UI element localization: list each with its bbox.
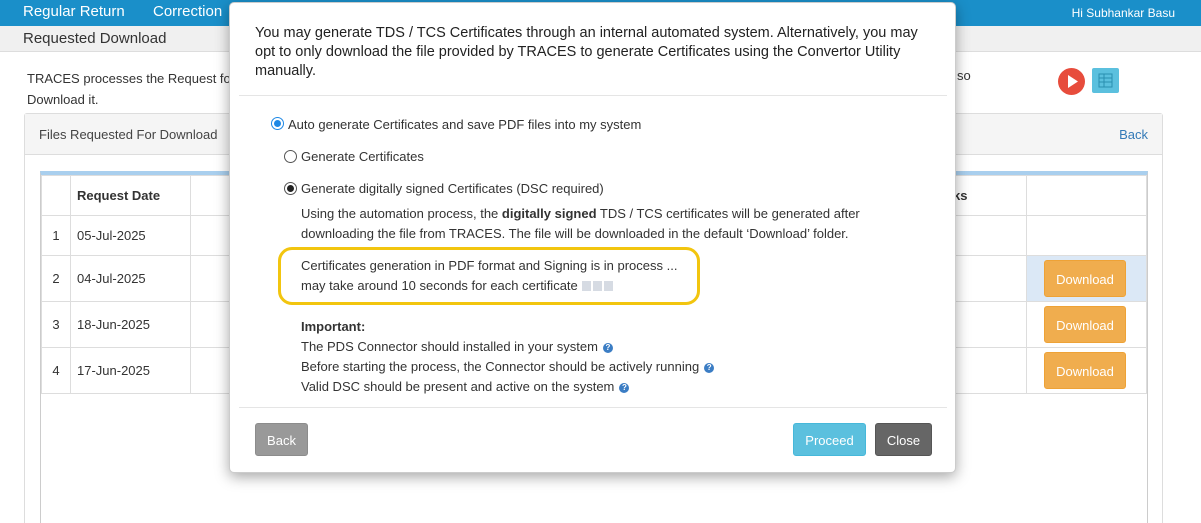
modal-back-button[interactable]: Back (255, 423, 308, 456)
important-text: Valid DSC should be present and active o… (301, 379, 615, 394)
important-text: Before starting the process, the Connect… (301, 359, 700, 374)
important-title: Important: (301, 319, 366, 334)
generate-certificates-label[interactable]: Generate Certificates (301, 149, 424, 164)
progress-line-1: Certificates generation in PDF format an… (301, 258, 678, 273)
progress-line-2: may take around 10 seconds for each cert… (301, 278, 578, 293)
dsc-certificates-radio[interactable] (284, 182, 297, 195)
desc-bold: digitally signed (501, 206, 597, 221)
auto-generate-radio[interactable] (271, 117, 284, 130)
modal-heading: You may generate TDS / TCS Certificates … (255, 25, 918, 79)
help-icon[interactable]: ? (619, 383, 630, 393)
important-line: Before starting the process, the Connect… (301, 359, 715, 374)
auto-generate-label[interactable]: Auto generate Certificates and save PDF … (288, 117, 641, 132)
automation-description: Using the automation process, the digita… (301, 204, 901, 244)
generate-certificates-radio[interactable] (284, 150, 297, 163)
progress-message: Certificates generation in PDF format an… (301, 256, 721, 297)
important-line: The PDS Connector should installed in yo… (301, 339, 613, 354)
important-text: The PDS Connector should installed in yo… (301, 339, 598, 354)
divider (239, 95, 947, 96)
important-line: Valid DSC should be present and active o… (301, 379, 630, 394)
help-icon[interactable]: ? (602, 343, 613, 353)
divider (239, 407, 947, 408)
certificate-modal: You may generate TDS / TCS Certificates … (229, 2, 956, 473)
close-button[interactable]: Close (875, 423, 932, 456)
proceed-button[interactable]: Proceed (793, 423, 866, 456)
progress-line-2-wrap: may take around 10 seconds for each cert… (301, 276, 721, 297)
loading-dots-icon (581, 277, 615, 297)
desc-prefix: Using the automation process, the (301, 206, 502, 221)
help-icon[interactable]: ? (704, 363, 715, 373)
dsc-certificates-label[interactable]: Generate digitally signed Certificates (… (301, 181, 604, 196)
